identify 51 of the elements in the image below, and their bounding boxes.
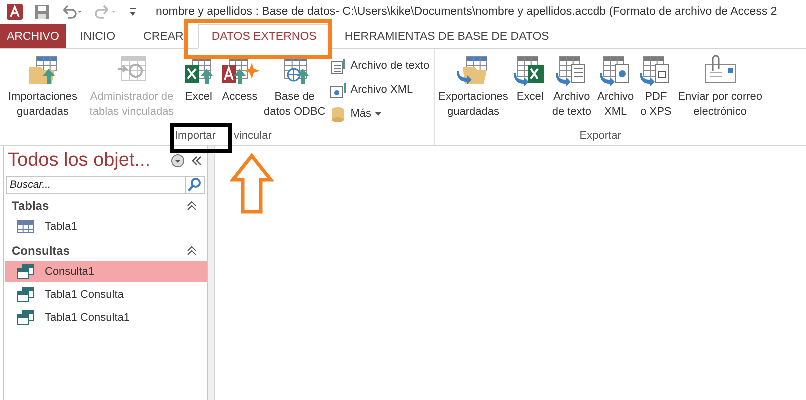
ribbon-button[interactable]: Más bbox=[330, 103, 430, 125]
search-field[interactable]: Buscar... bbox=[6, 176, 185, 194]
pane-title: Todos los objet... bbox=[8, 150, 152, 172]
dropdown-icon bbox=[171, 154, 185, 168]
up-arrow-annotation bbox=[230, 153, 274, 215]
collapse-icon bbox=[187, 201, 197, 211]
file-tab[interactable]: ARCHIVO bbox=[0, 24, 66, 48]
search-button[interactable] bbox=[185, 176, 205, 194]
navigation-item[interactable]: Tabla1 bbox=[5, 216, 207, 237]
ribbon-button[interactable]: PDF o XPS bbox=[640, 55, 672, 120]
excel-export-icon bbox=[514, 55, 546, 87]
collapse-icon bbox=[187, 246, 197, 256]
ribbon-button[interactable]: Exportaciones guardadas bbox=[438, 55, 508, 120]
navigation-item[interactable]: Tabla1 Consulta bbox=[5, 284, 207, 305]
redo-icon bbox=[94, 4, 118, 20]
query-icon bbox=[17, 310, 35, 326]
xml-file-icon bbox=[600, 55, 632, 87]
ribbon-button[interactable]: Enviar por correo electrónico bbox=[678, 55, 763, 120]
caret-icon bbox=[374, 111, 382, 117]
window-title: nombre y apellidos : Base de datos- C:\Users\kike\Documents\nombre y apellidos.accdb (Formato de archivo de Access 2 bbox=[156, 6, 778, 18]
navigation-item[interactable]: Tabla1 Consulta1 bbox=[5, 307, 207, 328]
ribbon-button[interactable]: Archivo XML bbox=[330, 79, 430, 101]
query-icon bbox=[17, 264, 35, 280]
app-logo-icon bbox=[6, 3, 24, 21]
text-file-icon bbox=[330, 57, 348, 75]
group-label: vincular bbox=[234, 130, 272, 142]
ribbon-button[interactable]: Base de datos ODBC bbox=[264, 55, 326, 120]
highlight-frame bbox=[170, 123, 232, 153]
section-header: Consultas bbox=[12, 244, 70, 258]
search-icon bbox=[187, 177, 203, 193]
folder-table-icon bbox=[457, 55, 490, 87]
ribbon-button[interactable]: Excel bbox=[182, 55, 216, 105]
folder-table-icon bbox=[27, 55, 59, 87]
text-file-icon bbox=[556, 55, 588, 87]
navigation-item[interactable]: Consulta1 bbox=[5, 261, 207, 282]
group-label: Importar bbox=[175, 130, 216, 142]
section-header: Tablas bbox=[12, 199, 50, 213]
query-icon bbox=[17, 286, 35, 302]
ribbon-button[interactable]: Excel bbox=[514, 55, 546, 105]
group-label: Exportar bbox=[580, 130, 622, 142]
table-icon bbox=[17, 220, 35, 234]
ribbon-button[interactable]: Archivo de texto bbox=[330, 55, 430, 77]
ribbon-button[interactable]: Access bbox=[220, 55, 260, 105]
ribbon-button[interactable]: Archivo de texto bbox=[552, 55, 592, 120]
save-icon bbox=[34, 4, 50, 20]
ribbon-button[interactable]: Archivo XML bbox=[597, 55, 634, 120]
ribbon-tab[interactable]: DATOS EXTERNOS bbox=[198, 24, 331, 49]
pdf-file-icon bbox=[640, 55, 672, 87]
ribbon-button[interactable]: Importaciones guardadas bbox=[4, 55, 82, 120]
collapse-icon bbox=[191, 155, 203, 167]
xml-file-icon bbox=[330, 81, 348, 99]
